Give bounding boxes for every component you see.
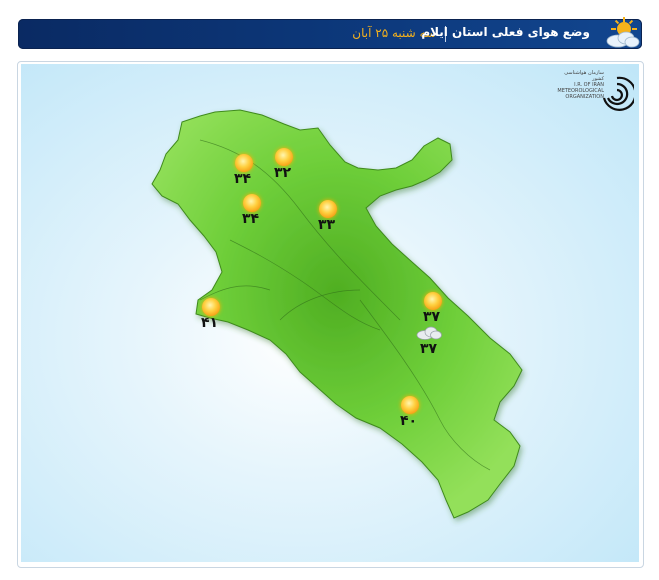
temperature-label: ۳۷ bbox=[420, 341, 438, 357]
sun-icon bbox=[319, 200, 337, 218]
station-marker[interactable]: ۳۷ bbox=[416, 324, 446, 364]
station-marker[interactable]: ۳۴ bbox=[238, 194, 268, 234]
temperature-label: ۳۴ bbox=[242, 211, 260, 227]
cloud-icon bbox=[416, 326, 442, 340]
temperature-label: ۴۱ bbox=[201, 315, 219, 331]
station-marker[interactable]: ۴۱ bbox=[197, 298, 227, 338]
sun-icon bbox=[275, 148, 293, 166]
temperature-label: ۴۰ bbox=[400, 413, 418, 429]
sun-icon bbox=[235, 154, 253, 172]
province-map bbox=[151, 109, 523, 519]
sun-icon bbox=[424, 292, 442, 310]
station-marker[interactable]: ۳۳ bbox=[314, 200, 344, 240]
sun-icon bbox=[202, 298, 220, 316]
station-marker[interactable]: ۳۴ bbox=[230, 154, 260, 194]
temperature-label: ۳۳ bbox=[318, 217, 336, 233]
station-marker[interactable]: ۴۰ bbox=[396, 396, 426, 436]
station-marker[interactable]: ۳۲ bbox=[270, 148, 300, 188]
temperature-label: ۳۴ bbox=[234, 171, 252, 187]
sun-icon bbox=[401, 396, 419, 414]
temperature-label: ۳۷ bbox=[423, 309, 441, 325]
temperature-label: ۳۲ bbox=[274, 165, 292, 181]
sun-icon bbox=[243, 194, 261, 212]
